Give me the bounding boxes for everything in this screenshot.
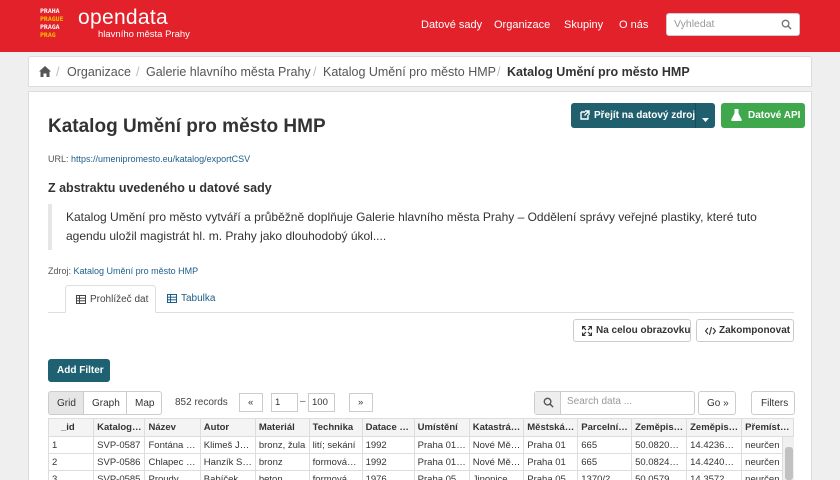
tab-data-viewer[interactable]: Prohlížeč dat: [65, 285, 156, 313]
data-search[interactable]: [534, 391, 695, 415]
grid-vertical-scrollbar[interactable]: [782, 437, 794, 480]
breadcrumb-dataset[interactable]: Katalog Umění pro město HMP: [323, 65, 496, 79]
record-count: 852 records: [175, 397, 228, 408]
grid-header-row: _id Katalog… Název Autor Materiál Techni…: [48, 418, 794, 437]
nav-organizations[interactable]: Organizace: [494, 19, 550, 31]
top-navbar: PRAHA PRAGUE PRAGA PRAG opendata hlavníh…: [0, 0, 840, 52]
tab-table[interactable]: Tabulka: [160, 285, 230, 313]
column-header[interactable]: Městská…: [523, 418, 579, 437]
scrollbar-thumb[interactable]: [785, 447, 793, 480]
caret-down-icon[interactable]: [702, 114, 709, 125]
code-icon: [704, 326, 717, 339]
column-header[interactable]: Katastrá…: [468, 418, 525, 437]
breadcrumb: / Organizace / Galerie hlavního města Pr…: [28, 56, 812, 87]
data-grid: _id Katalog… Název Autor Materiál Techni…: [48, 418, 794, 480]
column-header[interactable]: Zeměpis…: [631, 418, 688, 437]
nav-about[interactable]: O nás: [619, 19, 648, 31]
table-icon: [76, 295, 86, 307]
column-header[interactable]: Technika: [308, 418, 363, 437]
search-icon: [543, 397, 554, 411]
column-header[interactable]: Umístění: [413, 418, 470, 437]
data-api-button[interactable]: Datové API: [721, 103, 805, 128]
nav-datasets[interactable]: Datové sady: [421, 19, 482, 31]
column-header[interactable]: Název: [144, 418, 201, 437]
praha-logo-mark: PRAHA PRAGUE PRAGA PRAG: [40, 7, 64, 39]
view-map-button[interactable]: Map: [126, 391, 162, 415]
add-filter-button[interactable]: Add Filter: [48, 359, 110, 382]
table-row[interactable]: 2 SVP-0586 Chlapec … Hanzík S… bronz formov…: [48, 453, 794, 471]
logo-subtitle: hlavního města Prahy: [98, 29, 190, 40]
search-icon[interactable]: [781, 19, 792, 33]
flask-icon: [731, 109, 742, 124]
table-icon: [167, 294, 177, 306]
resource-url: URL: https://umenipromesto.eu/katalog/ex…: [48, 154, 251, 164]
view-grid-button[interactable]: Grid: [48, 391, 84, 415]
abstract-heading: Z abstraktu uvedeného u datové sady: [48, 181, 272, 195]
column-header[interactable]: Zeměpis…: [686, 418, 743, 437]
go-button[interactable]: Go »: [698, 391, 736, 415]
breadcrumb-organizations[interactable]: Organizace: [67, 65, 131, 79]
source-link[interactable]: Katalog Umění pro město HMP: [74, 266, 199, 276]
pager-next-button[interactable]: »: [349, 393, 373, 412]
resource-url-link[interactable]: https://umenipromesto.eu/katalog/exportC…: [71, 154, 250, 164]
site-search[interactable]: [666, 13, 800, 36]
table-row[interactable]: 1 SVP-0587 Fontána … Klimeš J… bronz, žula…: [48, 436, 794, 454]
pager-from-input[interactable]: 1: [271, 393, 298, 412]
fullscreen-button[interactable]: Na celou obrazovku: [573, 319, 691, 342]
search-addon: [535, 392, 561, 414]
opendata-logo[interactable]: PRAHA PRAGUE PRAGA PRAG opendata hlavníh…: [40, 6, 200, 47]
abstract-quote: Katalog Umění pro město vytváří a průběž…: [48, 204, 788, 250]
column-header[interactable]: Autor: [199, 418, 256, 437]
page-title: Katalog Umění pro město HMP: [48, 116, 326, 137]
pager-prev-button[interactable]: «: [239, 393, 263, 412]
goto-datasource-button[interactable]: Přejít na datový zdroj: [571, 103, 715, 128]
column-header[interactable]: Přemíst…: [741, 418, 794, 437]
site-search-input[interactable]: [674, 18, 779, 30]
pager-dash: –: [300, 396, 306, 407]
external-link-icon: [580, 110, 590, 123]
data-search-input[interactable]: [567, 396, 692, 407]
expand-icon: [581, 325, 593, 339]
view-graph-button[interactable]: Graph: [83, 391, 127, 415]
column-header[interactable]: _id: [48, 418, 95, 437]
nav-groups[interactable]: Skupiny: [564, 19, 603, 31]
breadcrumb-resource: Katalog Umění pro město HMP: [507, 65, 690, 79]
breadcrumb-organization[interactable]: Galerie hlavního města Prahy: [146, 65, 311, 79]
column-header[interactable]: Parcelní…: [577, 418, 633, 437]
logo-title: opendata: [78, 6, 168, 29]
filters-button[interactable]: Filters: [751, 391, 795, 415]
column-header[interactable]: Datace …: [361, 418, 415, 437]
home-icon[interactable]: [39, 66, 51, 80]
column-header[interactable]: Materiál: [254, 418, 310, 437]
resource-source: Zdroj: Katalog Umění pro město HMP: [48, 266, 199, 276]
pager-to-input[interactable]: 100: [308, 393, 335, 412]
column-header[interactable]: Katalog…: [93, 418, 146, 437]
table-row[interactable]: 3 SVP-0585 Proudy Babíček … beton formová… …: [48, 470, 794, 480]
embed-button[interactable]: Zakomponovat: [696, 319, 794, 342]
